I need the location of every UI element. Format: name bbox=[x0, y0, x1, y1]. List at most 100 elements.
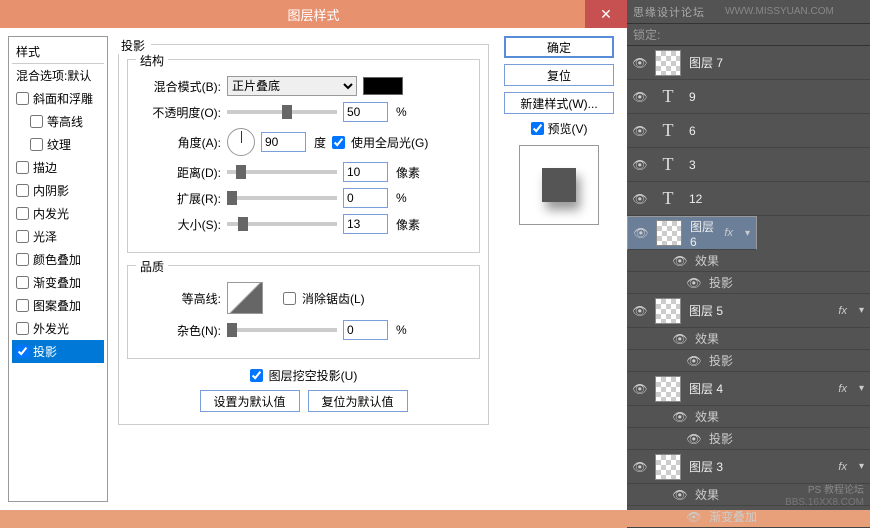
fx-badge[interactable]: fx bbox=[838, 383, 847, 395]
global-light-checkbox[interactable] bbox=[332, 136, 345, 149]
noise-input[interactable] bbox=[343, 320, 388, 340]
spread-input[interactable] bbox=[343, 188, 388, 208]
close-button[interactable]: ✕ bbox=[585, 0, 627, 28]
visibility-icon[interactable]: 👁 bbox=[687, 432, 701, 446]
layer-row[interactable]: 👁 图层 4 fx ▾ bbox=[627, 372, 870, 406]
new-style-button[interactable]: 新建样式(W)... bbox=[504, 92, 614, 114]
shadow-color-swatch[interactable] bbox=[363, 77, 403, 95]
layer-row[interactable]: 👁图层 6fx▾ bbox=[627, 216, 757, 250]
layer-row[interactable]: 👁T6 bbox=[627, 114, 870, 148]
layer-row[interactable]: 👁T12 bbox=[627, 182, 870, 216]
effect-row[interactable]: 👁投影 bbox=[627, 272, 870, 294]
quality-group: 品质 等高线: 消除锯齿(L) 杂色(N): % bbox=[127, 265, 480, 359]
visibility-icon[interactable]: 👁 bbox=[673, 488, 687, 502]
contour-checkbox[interactable] bbox=[30, 115, 43, 128]
visibility-icon[interactable]: 👁 bbox=[673, 254, 687, 268]
visibility-icon[interactable]: 👁 bbox=[633, 460, 647, 474]
contour-item[interactable]: 等高线 bbox=[12, 110, 104, 133]
distance-label: 距离(D): bbox=[136, 164, 221, 181]
effect-row[interactable]: 👁效果 bbox=[627, 328, 870, 350]
effect-row[interactable]: 👁投影 bbox=[627, 428, 870, 450]
gradient-overlay-item[interactable]: 渐变叠加 bbox=[12, 271, 104, 294]
layer-name: 图层 4 bbox=[689, 380, 830, 397]
visibility-icon[interactable]: 👁 bbox=[673, 332, 687, 346]
ok-button[interactable]: 确定 bbox=[504, 36, 614, 58]
size-slider[interactable] bbox=[227, 222, 337, 226]
noise-slider[interactable] bbox=[227, 328, 337, 332]
outer-glow-item[interactable]: 外发光 bbox=[12, 317, 104, 340]
opacity-input[interactable] bbox=[343, 102, 388, 122]
effect-row[interactable]: 👁 投影 bbox=[627, 350, 870, 372]
effect-label: 效果 bbox=[695, 486, 719, 503]
stroke-item[interactable]: 描边 bbox=[12, 156, 104, 179]
visibility-icon[interactable]: 👁 bbox=[673, 410, 687, 424]
antialias-checkbox[interactable] bbox=[283, 292, 296, 305]
visibility-icon[interactable]: 👁 bbox=[633, 382, 647, 396]
layer-row[interactable]: 👁图层 3fx▾ bbox=[627, 450, 870, 484]
fx-badge[interactable]: fx bbox=[838, 461, 847, 473]
effect-row[interactable]: 👁效果 bbox=[627, 250, 870, 272]
chevron-down-icon[interactable]: ▾ bbox=[745, 228, 750, 239]
gradient-overlay-checkbox[interactable] bbox=[16, 276, 29, 289]
visibility-icon[interactable]: 👁 bbox=[633, 90, 647, 104]
reset-button[interactable]: 复位 bbox=[504, 64, 614, 86]
effect-label: 投影 bbox=[709, 352, 733, 369]
inner-glow-checkbox[interactable] bbox=[16, 207, 29, 220]
texture-checkbox[interactable] bbox=[30, 138, 43, 151]
visibility-icon[interactable]: 👁 bbox=[687, 354, 701, 368]
layer-row[interactable]: 👁图层 7 bbox=[627, 46, 870, 80]
spread-slider[interactable] bbox=[227, 196, 337, 200]
chevron-down-icon[interactable]: ▾ bbox=[859, 305, 864, 316]
satin-item[interactable]: 光泽 bbox=[12, 225, 104, 248]
inner-glow-item[interactable]: 内发光 bbox=[12, 202, 104, 225]
preview-checkbox[interactable] bbox=[531, 122, 544, 135]
layer-row[interactable]: 👁T3 bbox=[627, 148, 870, 182]
texture-item[interactable]: 纹理 bbox=[12, 133, 104, 156]
blend-defaults-item[interactable]: 混合选项:默认 bbox=[12, 64, 104, 87]
visibility-icon[interactable]: 👁 bbox=[633, 158, 647, 172]
effect-row[interactable]: 👁渐变叠加 bbox=[627, 506, 870, 528]
inner-shadow-checkbox[interactable] bbox=[16, 184, 29, 197]
color-overlay-checkbox[interactable] bbox=[16, 253, 29, 266]
opacity-slider[interactable] bbox=[227, 110, 337, 114]
effect-row[interactable]: 👁效果 bbox=[627, 406, 870, 428]
bevel-checkbox[interactable] bbox=[16, 92, 29, 105]
visibility-icon[interactable]: 👁 bbox=[633, 124, 647, 138]
drop-shadow-item[interactable]: 投影 bbox=[12, 340, 104, 363]
chevron-down-icon[interactable]: ▾ bbox=[859, 383, 864, 394]
make-default-button[interactable]: 设置为默认值 bbox=[200, 390, 300, 412]
visibility-icon[interactable]: 👁 bbox=[633, 56, 647, 70]
layer-row[interactable]: 👁T9 bbox=[627, 80, 870, 114]
size-input[interactable] bbox=[343, 214, 388, 234]
satin-checkbox[interactable] bbox=[16, 230, 29, 243]
reset-default-button[interactable]: 复位为默认值 bbox=[308, 390, 408, 412]
angle-input[interactable] bbox=[261, 132, 306, 152]
stroke-checkbox[interactable] bbox=[16, 161, 29, 174]
distance-input[interactable] bbox=[343, 162, 388, 182]
pattern-overlay-item[interactable]: 图案叠加 bbox=[12, 294, 104, 317]
inner-shadow-item[interactable]: 内阴影 bbox=[12, 179, 104, 202]
blend-mode-select[interactable]: 正片叠底 bbox=[227, 76, 357, 96]
visibility-icon[interactable]: 👁 bbox=[634, 226, 648, 240]
contour-picker[interactable] bbox=[227, 282, 263, 314]
bevel-item[interactable]: 斜面和浮雕 bbox=[12, 87, 104, 110]
fx-badge[interactable]: fx bbox=[724, 227, 733, 239]
drop-shadow-checkbox[interactable] bbox=[16, 345, 29, 358]
chevron-down-icon[interactable]: ▾ bbox=[859, 461, 864, 472]
visibility-icon[interactable]: 👁 bbox=[633, 192, 647, 206]
color-overlay-item[interactable]: 颜色叠加 bbox=[12, 248, 104, 271]
layer-thumbnail bbox=[655, 376, 681, 402]
preview-box bbox=[519, 145, 599, 225]
angle-dial[interactable] bbox=[227, 128, 255, 156]
outer-glow-checkbox[interactable] bbox=[16, 322, 29, 335]
distance-slider[interactable] bbox=[227, 170, 337, 174]
pattern-overlay-checkbox[interactable] bbox=[16, 299, 29, 312]
titlebar[interactable]: 图层样式 ✕ bbox=[0, 0, 627, 28]
fx-badge[interactable]: fx bbox=[838, 305, 847, 317]
visibility-icon[interactable]: 👁 bbox=[687, 510, 701, 524]
visibility-icon[interactable]: 👁 bbox=[687, 276, 701, 290]
layer-row[interactable]: 👁图层 5fx▾ bbox=[627, 294, 870, 328]
visibility-icon[interactable]: 👁 bbox=[633, 304, 647, 318]
angle-label: 角度(A): bbox=[136, 134, 221, 151]
knockout-checkbox[interactable] bbox=[250, 369, 263, 382]
